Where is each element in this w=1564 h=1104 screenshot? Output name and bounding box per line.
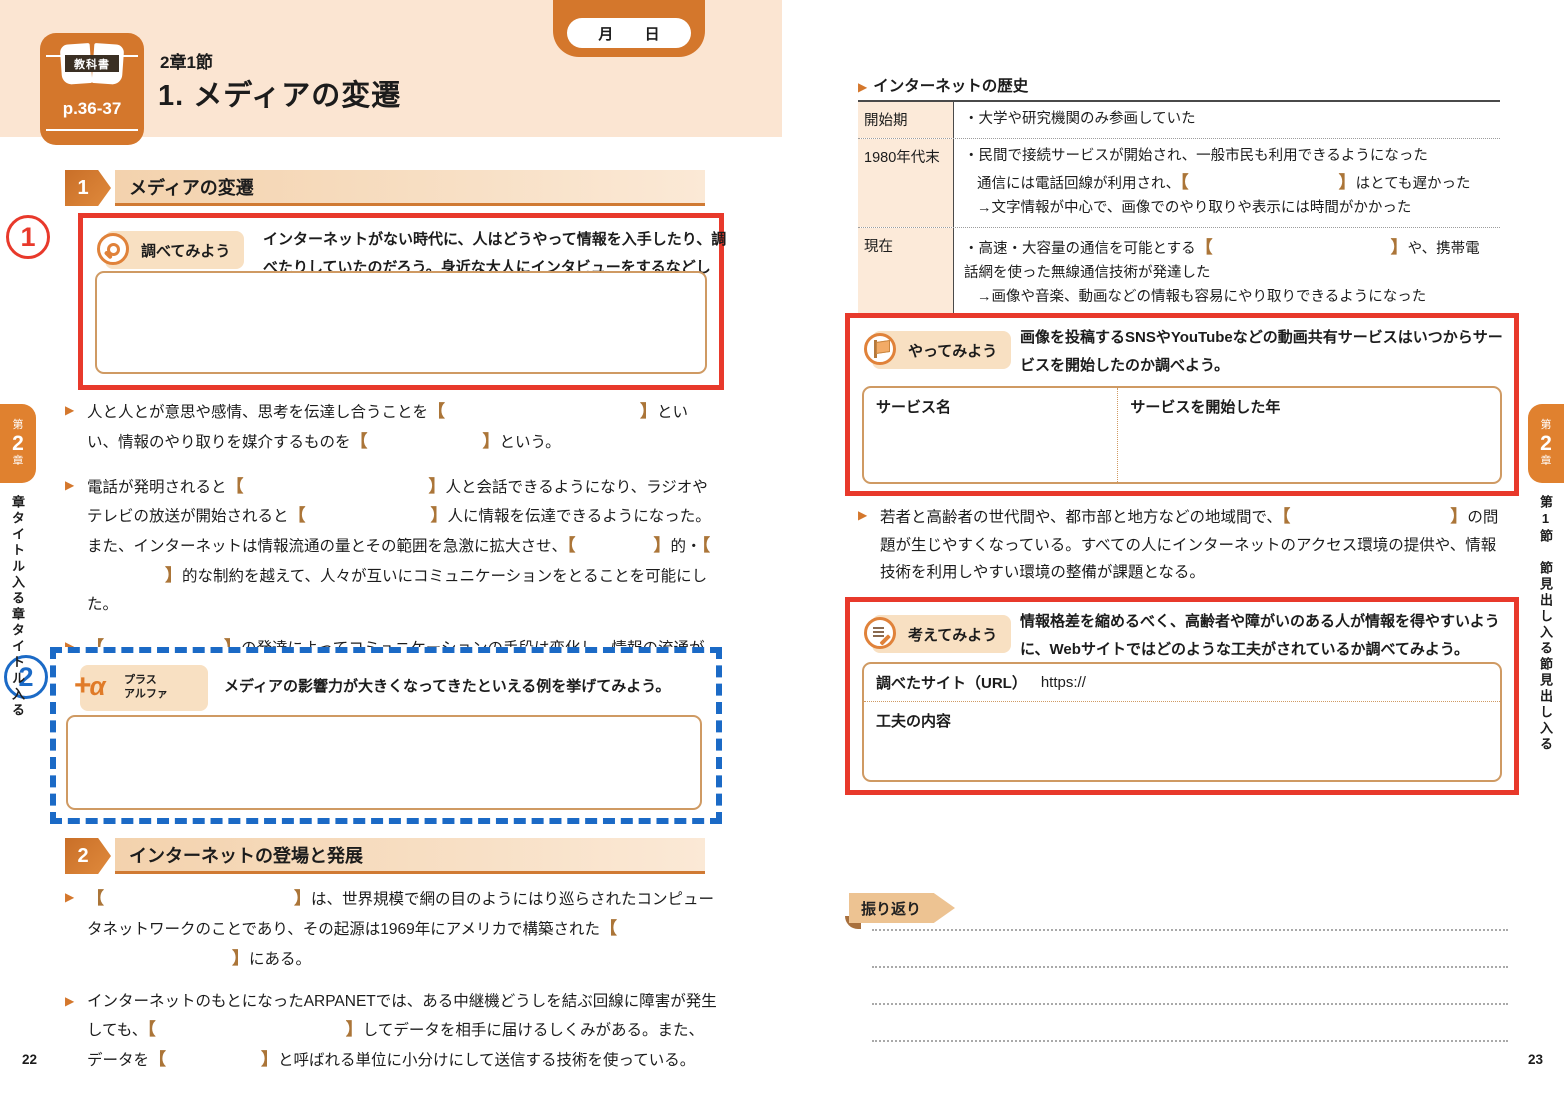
badge-divider bbox=[46, 129, 138, 131]
bullet-triangle-icon: ▶ bbox=[65, 991, 74, 1012]
bullet-item: ▶電話が発明されると【】人と会話できるようになり、ラジオやテレビの放送が開始され… bbox=[65, 472, 717, 618]
review-writing-line[interactable] bbox=[872, 1040, 1508, 1042]
bullet-item: ▶インターネットのもとになったARPANETでは、ある中継機どうしを結ぶ回線に障… bbox=[65, 988, 717, 1075]
bullet-item: ▶人と人とが意思や感情、思考を伝達し合うことを【】といい、情報のやり取りを媒介す… bbox=[65, 397, 717, 457]
service-year-column[interactable]: サービスを開始した年 bbox=[1118, 388, 1292, 482]
bullet-triangle-icon: ▶ bbox=[858, 80, 867, 94]
plus-alpha-answer-box[interactable] bbox=[66, 715, 702, 810]
think-highlight-box: 考えてみよう 情報格差を縮めるべく、高齢者や障がいのある人が情報を得やすいように… bbox=[845, 597, 1519, 795]
try-badge: やってみよう bbox=[872, 331, 1011, 369]
fill-in-blank: 【】 bbox=[87, 891, 311, 908]
bullet-triangle-icon: ▶ bbox=[65, 400, 74, 421]
think-answer-box[interactable]: 調べたサイト（URL） https:// 工夫の内容 bbox=[862, 662, 1502, 782]
review-writing-line[interactable] bbox=[872, 966, 1508, 968]
plus-alpha-badge: +α プラス アルファ bbox=[80, 665, 208, 711]
section2-header: 2 インターネットの登場と発展 bbox=[65, 838, 705, 874]
table-row: 開始期 ・大学や研究機関のみ参画していた bbox=[858, 102, 1500, 139]
bullet-triangle-icon: ▶ bbox=[65, 475, 74, 496]
divide-bullet: ▶若者と高齢者の世代間や、都市部と地方などの地域間で、【】の問題が生じやすくなっ… bbox=[858, 502, 1506, 601]
workbook-spread: 月 日 教科書 p.36-37 2章1節 1. メディアの変遷 1 メディアの変… bbox=[0, 0, 1564, 1104]
right-section-caption: 第1節 節見出し入る節見出し入る bbox=[1536, 495, 1555, 1055]
plus-alpha-prompt: メディアの影響力が大きくなってきたといえる例を挙げてみよう。 bbox=[224, 673, 704, 701]
section2-number-badge: 2 bbox=[65, 838, 111, 874]
review-writing-line[interactable] bbox=[872, 1003, 1508, 1005]
content-label: 工夫の内容 bbox=[876, 713, 951, 730]
section1-number-badge: 1 bbox=[65, 170, 111, 206]
history-period: 現在 bbox=[858, 228, 954, 316]
section1-header: 1 メディアの変遷 bbox=[65, 170, 705, 206]
left-chapter-tab: 第 2 章 bbox=[0, 404, 36, 483]
fill-in-blank: 【】 bbox=[351, 434, 500, 451]
plus-alpha-highlight-box: +α プラス アルファ メディアの影響力が大きくなってきたといえる例を挙げてみよ… bbox=[50, 647, 722, 824]
right-chapter-tab: 第 2 章 bbox=[1528, 404, 1564, 483]
fill-in-blank: 【】 bbox=[147, 1022, 363, 1039]
date-entry-field[interactable]: 月 日 bbox=[567, 18, 691, 48]
section2-title: インターネットの登場と発展 bbox=[129, 842, 363, 868]
plus-alpha-label: プラス アルファ bbox=[124, 674, 168, 702]
section2-bullets: ▶【】は、世界規模で網の目のようにはり巡らされたコンピュータネットワークのことで… bbox=[65, 884, 717, 1090]
history-table: 開始期 ・大学や研究機関のみ参画していた 1980年代末 ・民間で接続サービスが… bbox=[858, 100, 1500, 318]
date-box: 月 日 bbox=[553, 0, 705, 57]
memo-pencil-icon bbox=[864, 617, 896, 649]
fill-in-blank: 【】 bbox=[567, 538, 671, 555]
history-heading: ▶インターネットの歴史 bbox=[858, 74, 1028, 96]
left-page-number: 22 bbox=[22, 1052, 37, 1067]
page-title: 1. メディアの変遷 bbox=[158, 72, 401, 114]
url-row[interactable]: 調べたサイト（URL） https:// bbox=[864, 664, 1500, 702]
section1-title: メディアの変遷 bbox=[129, 174, 254, 200]
fill-in-blank: 【】 bbox=[1180, 176, 1356, 192]
service-name-column[interactable]: サービス名 bbox=[864, 388, 1118, 482]
think-badge-label: 考えてみよう bbox=[908, 624, 997, 645]
bullet-item: ▶【】は、世界規模で網の目のようにはり巡らされたコンピュータネットワークのことで… bbox=[65, 884, 717, 973]
url-value: https:// bbox=[1041, 674, 1086, 691]
textbook-label: 教科書 bbox=[65, 55, 119, 72]
content-row[interactable]: 工夫の内容 bbox=[864, 702, 1500, 739]
history-period: 1980年代末 bbox=[858, 139, 954, 227]
date-month-label: 月 bbox=[598, 23, 613, 44]
left-chapter-caption: 章タイトル入る章タイトル入る bbox=[8, 495, 27, 925]
think-prompt: 情報格差を縮めるべく、高齢者や障がいのある人が情報を得やすいように、Webサイト… bbox=[1020, 608, 1510, 664]
inquiry-badge: 調べてみよう bbox=[105, 231, 244, 269]
try-prompt: 画像を投稿するSNSやYouTubeなどの動画共有サービスはいつからサービスを開… bbox=[1020, 324, 1505, 380]
plus-alpha-icon: +α bbox=[74, 669, 106, 703]
inquiry-badge-label: 調べてみよう bbox=[141, 240, 230, 261]
review-writing-line[interactable] bbox=[872, 929, 1508, 931]
magnifier-icon bbox=[97, 233, 129, 265]
textbook-badge: 教科書 p.36-37 bbox=[40, 33, 144, 145]
try-answer-table[interactable]: サービス名 サービスを開始した年 bbox=[862, 386, 1502, 484]
review-arrow-badge: 振り返り bbox=[849, 893, 955, 923]
try-badge-label: やってみよう bbox=[908, 340, 997, 361]
flag-icon bbox=[864, 333, 896, 365]
inquiry-highlight-box: 調べてみよう インターネットがない時代に、人はどうやって情報を入手したり、調べた… bbox=[78, 213, 724, 390]
annotation-circle-1: 1 bbox=[6, 215, 50, 259]
bullet-triangle-icon: ▶ bbox=[65, 887, 74, 908]
chapter-section-kicker: 2章1節 bbox=[160, 48, 213, 73]
bullet-item: ▶若者と高齢者の世代間や、都市部と地方などの地域間で、【】の問題が生じやすくなっ… bbox=[858, 502, 1506, 586]
url-label: 調べたサイト（URL） bbox=[876, 672, 1027, 693]
date-day-label: 日 bbox=[645, 23, 660, 44]
fill-in-blank: 【】 bbox=[428, 404, 657, 421]
fill-in-blank: 【】 bbox=[227, 479, 446, 496]
textbook-pages: p.36-37 bbox=[40, 99, 144, 119]
table-row: 1980年代末 ・民間で接続サービスが開始され、一般市民も利用できるようになった… bbox=[858, 139, 1500, 228]
fill-in-blank: 【】 bbox=[1196, 241, 1408, 257]
think-badge: 考えてみよう bbox=[872, 615, 1011, 653]
fill-in-blank: 【】 bbox=[289, 508, 448, 525]
book-icon: 教科書 bbox=[60, 40, 124, 88]
history-period: 開始期 bbox=[858, 102, 954, 138]
fill-in-blank: 【】 bbox=[1282, 509, 1468, 526]
fill-in-blank: 【】 bbox=[149, 1052, 278, 1069]
table-row: 現在 ・高速・大容量の通信を可能とする【】や、携帯電話網を使った無線通信技術が発… bbox=[858, 228, 1500, 316]
bullet-triangle-icon: ▶ bbox=[858, 505, 867, 526]
inquiry-answer-box[interactable] bbox=[95, 271, 707, 374]
try-highlight-box: やってみよう 画像を投稿するSNSやYouTubeなどの動画共有サービスはいつか… bbox=[845, 313, 1519, 496]
